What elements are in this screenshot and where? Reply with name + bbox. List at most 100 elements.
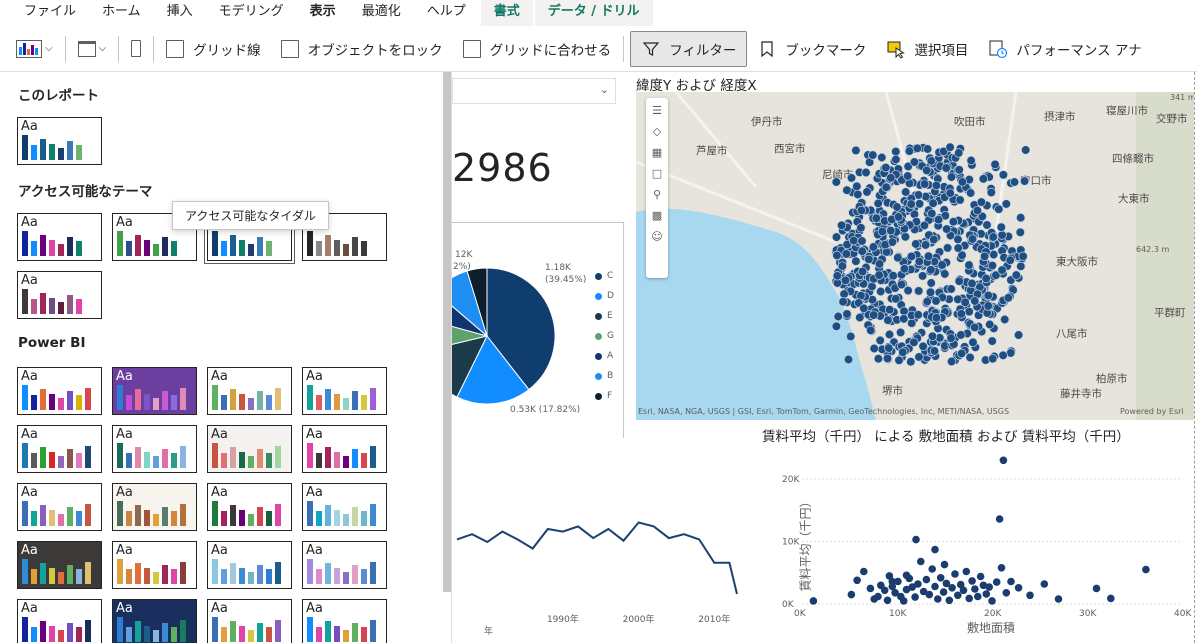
map-data-point[interactable]	[832, 250, 842, 261]
map-data-point[interactable]	[874, 259, 885, 269]
map-data-point[interactable]	[856, 205, 867, 216]
map-data-point[interactable]	[1019, 176, 1030, 186]
scatter-point[interactable]	[936, 574, 945, 582]
map-data-point[interactable]	[928, 198, 938, 208]
map-data-point[interactable]	[1016, 213, 1026, 223]
map-data-point[interactable]	[926, 156, 936, 166]
scatter-point[interactable]	[999, 456, 1008, 465]
map-data-point[interactable]	[906, 251, 917, 262]
map-data-point[interactable]	[967, 278, 977, 289]
scatter-point[interactable]	[914, 580, 922, 588]
line-series[interactable]	[456, 521, 738, 595]
theme-swatch[interactable]: Aa	[112, 367, 197, 415]
theme-swatch[interactable]: Aa	[302, 367, 387, 415]
ribbon-tab[interactable]: データ / ドリル	[534, 0, 653, 26]
scatter-point[interactable]	[985, 583, 993, 591]
legend-item[interactable]: F	[595, 386, 614, 406]
map-data-point[interactable]	[1018, 251, 1028, 261]
map-data-point[interactable]	[868, 150, 878, 160]
map-data-point[interactable]	[1009, 177, 1020, 187]
map-data-point[interactable]	[964, 260, 974, 270]
lock-objects-checkbox[interactable]	[280, 39, 299, 58]
map-data-point[interactable]	[841, 249, 851, 259]
map-data-point[interactable]	[926, 265, 936, 275]
scatter-point[interactable]	[951, 570, 959, 578]
pane-scrollbar[interactable]	[443, 72, 451, 592]
scatter-point[interactable]	[940, 560, 949, 569]
menu-icon[interactable]: ☰	[652, 104, 662, 117]
map-data-point[interactable]	[933, 215, 944, 225]
bookmark-pane-button[interactable]: ブックマーク	[747, 31, 876, 67]
map-data-point[interactable]	[994, 204, 1004, 214]
map-data-point[interactable]	[851, 145, 861, 156]
scatter-point[interactable]	[902, 571, 911, 580]
map-data-point[interactable]	[912, 143, 922, 153]
scatter-point[interactable]	[995, 515, 1004, 523]
map-data-point[interactable]	[906, 357, 916, 367]
scatter-point[interactable]	[982, 590, 991, 598]
map-data-point[interactable]	[976, 197, 987, 207]
map-data-point[interactable]	[989, 249, 999, 260]
map-data-point[interactable]	[867, 281, 877, 292]
map-data-point[interactable]	[1011, 270, 1021, 280]
scatter-point[interactable]	[1026, 591, 1034, 600]
map-data-point[interactable]	[914, 199, 925, 209]
scatter-point[interactable]	[917, 557, 925, 566]
map-data-point[interactable]	[836, 220, 847, 230]
scatter-point[interactable]	[965, 594, 973, 603]
map-data-point[interactable]	[927, 331, 938, 341]
line-chart[interactable]: 1990年 2000年 2010年年	[452, 470, 742, 643]
map-data-point[interactable]	[873, 354, 884, 364]
scatter-point[interactable]	[988, 597, 996, 605]
map-data-point[interactable]	[979, 251, 990, 262]
map-data-point[interactable]	[986, 187, 996, 198]
scatter-point[interactable]	[888, 577, 897, 586]
scatter-point[interactable]	[853, 576, 861, 585]
map-data-point[interactable]	[896, 279, 907, 290]
scatter-point[interactable]	[997, 564, 1006, 572]
theme-swatch[interactable]: Aa	[17, 483, 102, 531]
map-data-point[interactable]	[869, 343, 879, 354]
map-data-point[interactable]	[927, 208, 937, 219]
map-data-point[interactable]	[1015, 227, 1025, 237]
map-data-point[interactable]	[965, 188, 976, 198]
map-data-point[interactable]	[887, 237, 898, 247]
ribbon-tab[interactable]: 書式	[480, 0, 533, 26]
snap-grid-toggle[interactable]: グリッドに合わせる	[457, 31, 618, 67]
map-data-point[interactable]	[983, 301, 993, 311]
map-data-point[interactable]	[925, 287, 936, 297]
avatar-icon[interactable]: ☺	[651, 230, 662, 243]
slicer-dropdown[interactable]: ⌄	[452, 78, 616, 104]
map-data-point[interactable]	[922, 165, 932, 176]
scatter-point[interactable]	[959, 586, 968, 595]
map-data-point[interactable]	[874, 270, 884, 280]
scatter-point[interactable]	[1040, 580, 1049, 588]
theme-swatch[interactable]: Aa	[17, 213, 102, 261]
grid-select-icon[interactable]: ▦	[652, 146, 662, 159]
map-data-point[interactable]	[833, 311, 843, 322]
ribbon-tab[interactable]: 挿入	[154, 0, 206, 26]
map-data-point[interactable]	[954, 148, 964, 158]
map-data-point[interactable]	[1013, 330, 1024, 340]
scatter-point[interactable]	[1054, 595, 1063, 603]
map-data-point[interactable]	[967, 234, 978, 244]
scatter-point[interactable]	[948, 584, 956, 592]
theme-swatch[interactable]: Aa	[207, 541, 292, 589]
map-data-point[interactable]	[982, 220, 992, 230]
map-data-point[interactable]	[906, 199, 916, 209]
map-data-point[interactable]	[923, 251, 934, 261]
map-data-point[interactable]	[931, 180, 942, 191]
map-data-point[interactable]	[891, 294, 901, 304]
map-data-point[interactable]	[837, 261, 848, 271]
map-data-point[interactable]	[857, 246, 867, 256]
map-data-point[interactable]	[926, 278, 936, 288]
theme-swatch[interactable]: Aa	[17, 425, 102, 473]
map-data-point[interactable]	[851, 256, 861, 266]
scatter-point[interactable]	[1142, 565, 1150, 574]
map-data-point[interactable]	[861, 167, 871, 178]
map-data-point[interactable]	[996, 222, 1006, 232]
map-data-point[interactable]	[875, 335, 885, 346]
map-data-point[interactable]	[1001, 199, 1011, 209]
chart-icon[interactable]: ▩	[652, 209, 662, 222]
map-data-point[interactable]	[839, 289, 849, 299]
